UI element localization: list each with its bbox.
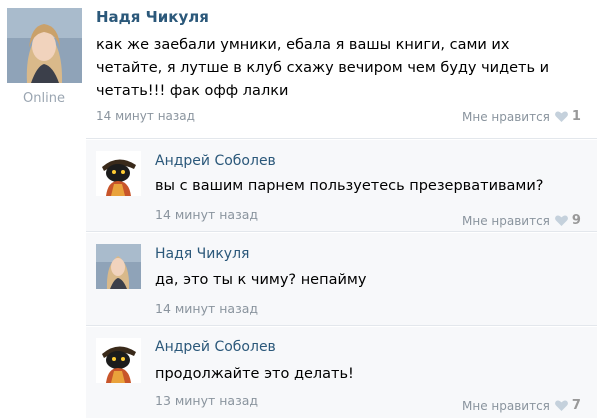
wall-post: Online Надя Чикуля как же заебали умники… [0, 0, 597, 140]
heart-icon [554, 400, 568, 411]
heart-icon [554, 111, 568, 122]
post-timestamp[interactable]: 14 минут назад [96, 109, 195, 123]
like-label: Мне нравится [462, 398, 550, 413]
avatar-cartoon-icon [96, 151, 141, 196]
like-count: 7 [571, 398, 581, 413]
avatar[interactable] [7, 8, 82, 83]
avatar[interactable] [96, 338, 141, 383]
like-label: Мне нравится [462, 213, 550, 228]
avatar-photo-icon [96, 244, 141, 289]
avatar[interactable] [96, 244, 141, 289]
comment-item: Надя Чикуля да, это ты к чиму? непайму 1… [86, 233, 597, 326]
comment-author-link[interactable]: Надя Чикуля [155, 246, 249, 262]
online-status: Online [23, 91, 65, 106]
comment-timestamp[interactable]: 14 минут назад [155, 207, 258, 222]
post-like-button[interactable]: Мне нравится 1 [462, 109, 581, 124]
avatar-photo-icon [7, 8, 82, 83]
comment-item: Андрей Соболев вы с вашим парнем пользуе… [86, 140, 597, 232]
divider [86, 138, 597, 139]
comment-like-button[interactable]: Мне нравится 9 [462, 213, 581, 228]
like-label: Мне нравится [462, 109, 550, 124]
divider [86, 231, 597, 232]
like-count: 1 [571, 109, 581, 124]
post-author-link[interactable]: Надя Чикуля [96, 8, 209, 26]
post-text: как же заебали умники, ебала я вашы книг… [96, 37, 550, 99]
comment-author-link[interactable]: Андрей Соболев [155, 153, 276, 169]
comment-like-button[interactable]: Мне нравится 7 [462, 398, 581, 413]
avatar-cartoon-icon [96, 338, 141, 383]
comment-text: да, это ты к чиму? непайму [155, 272, 367, 288]
like-count: 9 [571, 213, 581, 228]
comment-text: вы с вашим парнем пользуетесь презервати… [155, 178, 544, 194]
comment-timestamp[interactable]: 13 минут назад [155, 393, 258, 408]
comment-text: продолжайте это делать! [155, 366, 354, 382]
heart-icon [554, 215, 568, 226]
comment-author-link[interactable]: Андрей Соболев [155, 339, 276, 355]
comment-timestamp[interactable]: 14 минут назад [155, 301, 258, 316]
divider [86, 325, 597, 326]
avatar[interactable] [96, 151, 141, 196]
comment-item: Андрей Соболев продолжайте это делать! 1… [86, 327, 597, 418]
